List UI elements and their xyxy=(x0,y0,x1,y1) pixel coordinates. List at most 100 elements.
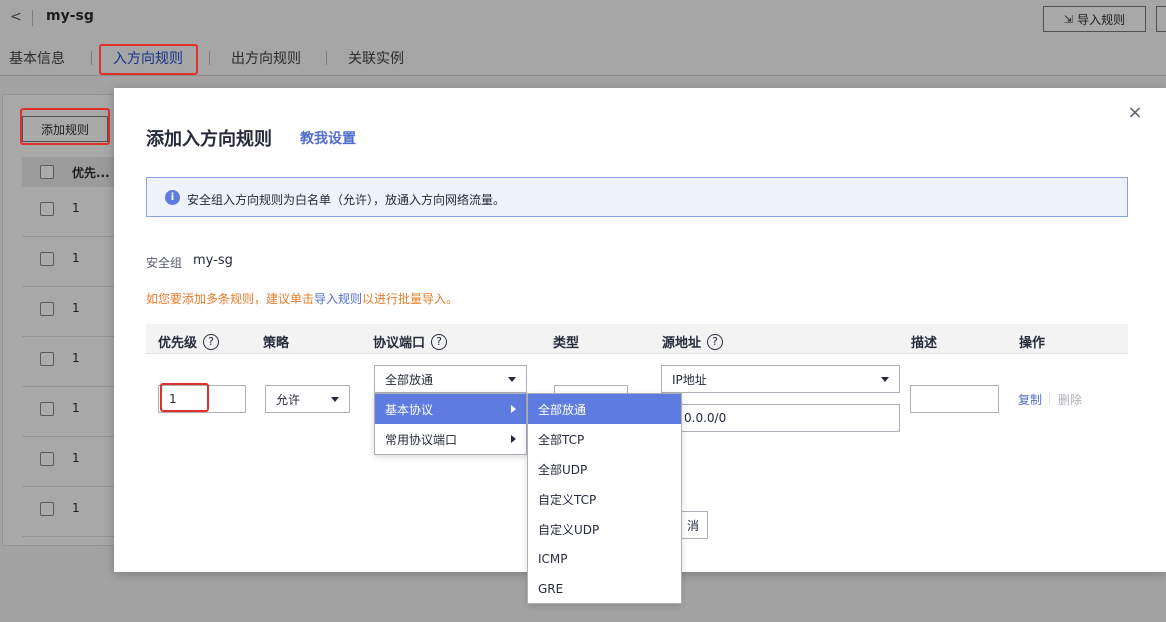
protocol-select-value: 全部放通 xyxy=(385,372,434,387)
column-action-label: 操作 xyxy=(1019,336,1046,351)
row-checkbox[interactable] xyxy=(40,502,54,516)
column-action: 操作 xyxy=(1019,332,1045,351)
submenu-item-all-allow[interactable]: 全部放通 xyxy=(528,394,681,424)
submenu-item-icmp[interactable]: ICMP xyxy=(528,544,681,574)
help-icon[interactable]: ? xyxy=(707,333,724,350)
highlight-inbound-tab xyxy=(99,44,198,75)
submenu-item-gre[interactable]: GRE xyxy=(528,574,681,604)
row-priority: 1 xyxy=(72,301,80,315)
row-checkbox[interactable] xyxy=(40,302,54,316)
cancel-button-label: 消 xyxy=(687,518,700,533)
tab-associated-instances[interactable]: 关联实例 xyxy=(348,48,404,68)
highlight-priority-input xyxy=(160,383,209,412)
column-protocol-port-label: 协议端口 xyxy=(373,336,426,351)
row-priority: 1 xyxy=(72,451,80,465)
header-divider xyxy=(32,10,33,26)
submenu-item-all-tcp[interactable]: 全部TCP xyxy=(528,424,681,454)
row-priority: 1 xyxy=(72,401,80,415)
back-icon[interactable]: < xyxy=(10,9,22,25)
row-checkbox[interactable] xyxy=(40,202,54,216)
priority-header: 优先... xyxy=(72,166,110,180)
column-policy: 策略 xyxy=(263,332,289,351)
rules-table-header: 优先... xyxy=(22,157,118,187)
tip-suffix: 以进行批量导入。 xyxy=(362,292,459,306)
table-row: 1 xyxy=(22,237,118,287)
submenu-item-all-udp[interactable]: 全部UDP xyxy=(528,454,681,484)
more-button[interactable] xyxy=(1156,6,1166,32)
menu-item-label: 常用协议端口 xyxy=(385,432,458,447)
chevron-down-icon xyxy=(508,377,516,382)
column-source-label: 源地址 xyxy=(662,336,702,351)
tab-divider xyxy=(91,51,92,65)
help-link[interactable]: 教我设置 xyxy=(300,128,356,148)
row-priority: 1 xyxy=(72,501,80,515)
policy-select-value: 允许 xyxy=(276,392,301,407)
submenu-item-custom-udp[interactable]: 自定义UDP xyxy=(528,514,681,544)
column-type-label: 类型 xyxy=(553,336,580,351)
menu-item-label: 基本协议 xyxy=(385,402,434,417)
row-checkbox[interactable] xyxy=(40,352,54,366)
column-policy-label: 策略 xyxy=(263,336,290,351)
basic-protocol-submenu: 全部放通 全部TCP 全部UDP 自定义TCP 自定义UDP ICMP GRE xyxy=(527,393,682,604)
row-priority: 1 xyxy=(72,201,80,215)
page-title: my-sg xyxy=(46,8,94,24)
info-icon: i xyxy=(165,190,180,205)
copy-rule-link[interactable]: 复制 xyxy=(1018,391,1042,408)
chevron-down-icon xyxy=(881,377,889,382)
source-type-select[interactable]: IP地址 xyxy=(661,365,900,393)
info-banner: i 安全组入方向规则为白名单（允许），放通入方向网络流量。 xyxy=(146,177,1128,217)
column-type: 类型 xyxy=(553,332,579,351)
table-row: 1 xyxy=(22,437,118,487)
batch-import-tip: 如您要添加多条规则，建议单击导入规则以进行批量导入。 xyxy=(146,290,458,307)
page-header: < my-sg ⇲ 导入规则 xyxy=(0,0,1166,36)
table-row: 1 xyxy=(22,187,118,237)
select-all-checkbox[interactable] xyxy=(40,165,54,179)
tab-basic-info[interactable]: 基本信息 xyxy=(9,48,65,68)
close-icon[interactable]: × xyxy=(1126,104,1144,122)
action-divider xyxy=(1049,393,1050,405)
import-rules-label: 导入规则 xyxy=(1077,12,1126,27)
description-input[interactable] xyxy=(910,385,999,413)
help-icon[interactable]: ? xyxy=(203,333,220,350)
submenu-item-custom-tcp[interactable]: 自定义TCP xyxy=(528,484,681,514)
column-source: 源地址? xyxy=(662,332,724,351)
protocol-select[interactable]: 全部放通 xyxy=(374,365,527,393)
source-type-value: IP地址 xyxy=(672,372,707,387)
import-rules-link[interactable]: 导入规则 xyxy=(314,292,362,306)
column-protocol-port: 协议端口? xyxy=(373,332,448,351)
tab-outbound-rules[interactable]: 出方向规则 xyxy=(231,48,301,68)
table-row: 1 xyxy=(22,387,118,437)
policy-select[interactable]: 允许 xyxy=(265,385,350,413)
row-priority: 1 xyxy=(72,251,80,265)
import-icon: ⇲ xyxy=(1063,12,1074,26)
row-priority: 1 xyxy=(72,351,80,365)
tab-divider xyxy=(209,51,210,65)
tip-prefix: 如您要添加多条规则，建议单击 xyxy=(146,292,315,306)
chevron-down-icon xyxy=(331,397,339,402)
column-priority: 优先级? xyxy=(158,332,220,351)
column-description: 描述 xyxy=(911,332,937,351)
import-rules-button[interactable]: ⇲ 导入规则 xyxy=(1043,6,1146,32)
protocol-dropdown-menu: 基本协议 常用协议端口 xyxy=(374,393,527,455)
delete-rule-link[interactable]: 删除 xyxy=(1058,391,1082,408)
security-group-name: my-sg xyxy=(193,253,233,268)
table-row: 1 xyxy=(22,337,118,387)
table-row: 1 xyxy=(22,287,118,337)
source-address-input[interactable]: 0.0.0/0 xyxy=(661,404,900,432)
chevron-right-icon xyxy=(511,405,516,413)
dialog-title: 添加入方向规则 xyxy=(146,129,272,150)
column-description-label: 描述 xyxy=(911,336,938,351)
row-checkbox[interactable] xyxy=(40,402,54,416)
row-checkbox[interactable] xyxy=(40,252,54,266)
info-text: 安全组入方向规则为白名单（允许），放通入方向网络流量。 xyxy=(187,193,506,207)
rule-table-header: 优先级? 策略 协议端口? 类型 源地址? 描述 操作 xyxy=(146,324,1128,354)
help-icon[interactable]: ? xyxy=(431,333,448,350)
menu-item-basic-protocol[interactable]: 基本协议 xyxy=(375,394,526,424)
chevron-right-icon xyxy=(511,435,516,443)
menu-item-common-ports[interactable]: 常用协议端口 xyxy=(375,424,526,454)
highlight-add-rule xyxy=(20,108,110,145)
table-row: 1 xyxy=(22,487,118,537)
security-group-label: 安全组 xyxy=(146,256,183,270)
tab-divider xyxy=(326,51,327,65)
row-checkbox[interactable] xyxy=(40,452,54,466)
